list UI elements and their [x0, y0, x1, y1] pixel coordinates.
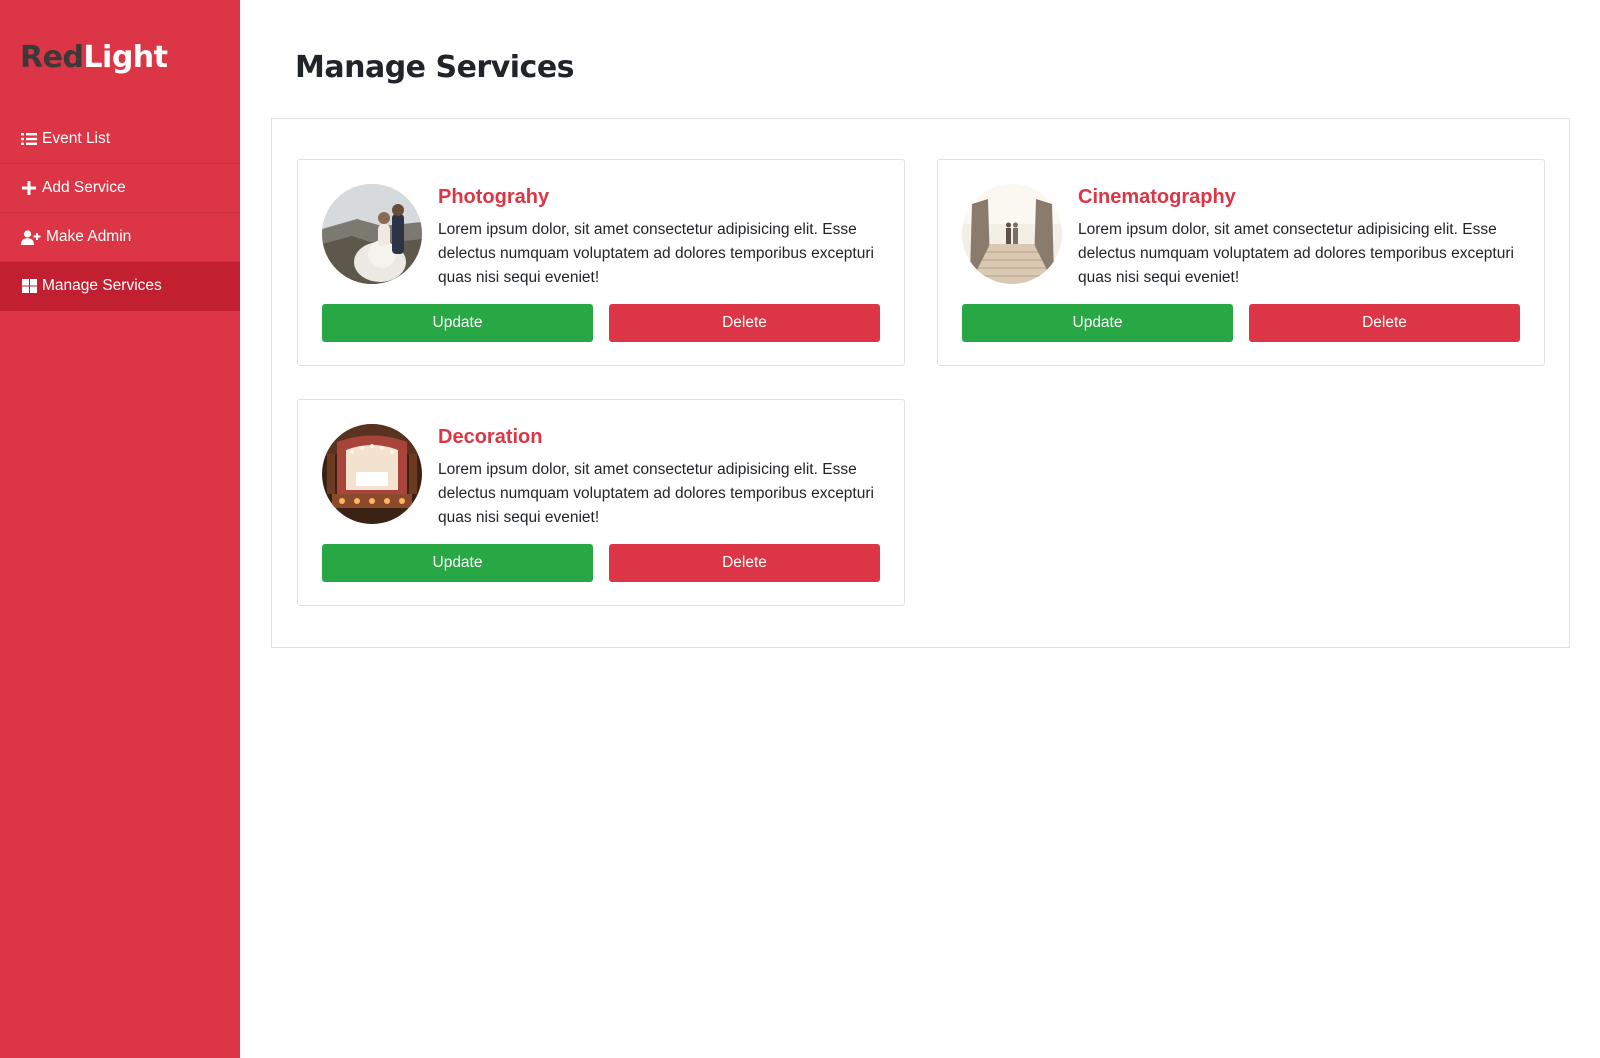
delete-button[interactable]: Delete [609, 544, 880, 582]
service-image-wedding-couple [322, 184, 422, 284]
sidebar-item-label: Make Admin [46, 228, 132, 245]
update-button[interactable]: Update [322, 544, 593, 582]
delete-button[interactable]: Delete [609, 304, 880, 342]
service-description: Lorem ipsum dolor, sit amet consectetur … [1078, 221, 1514, 286]
brand-part-red: Red [20, 40, 84, 75]
delete-button[interactable]: Delete [1249, 304, 1520, 342]
service-title: Photograhy [438, 186, 550, 208]
service-image-stage-decoration [322, 424, 422, 524]
brand-part-light: Light [83, 40, 168, 75]
sidebar-nav: Event List Add Service Make Admin Manage… [0, 115, 240, 311]
service-card: Cinematography Lorem ipsum dolor, sit am… [937, 159, 1545, 366]
service-card: Decoration Lorem ipsum dolor, sit amet c… [297, 399, 905, 606]
plus-icon [20, 180, 38, 196]
sidebar-item-label: Manage Services [42, 277, 162, 294]
sidebar-item-make-admin[interactable]: Make Admin [0, 213, 240, 262]
sidebar-item-manage-services[interactable]: Manage Services [0, 262, 240, 311]
grid-icon [20, 278, 38, 294]
user-plus-icon [20, 229, 42, 245]
sidebar-item-label: Event List [42, 130, 111, 147]
update-button[interactable]: Update [322, 304, 593, 342]
sidebar-item-add-service[interactable]: Add Service [0, 164, 240, 213]
service-description: Lorem ipsum dolor, sit amet consectetur … [438, 461, 874, 526]
update-button[interactable]: Update [962, 304, 1233, 342]
service-title: Decoration [438, 426, 543, 448]
service-description: Lorem ipsum dolor, sit amet consectetur … [438, 221, 874, 286]
services-panel: Photograhy Lorem ipsum dolor, sit amet c… [271, 118, 1570, 648]
service-image-couple-on-stairs [962, 184, 1062, 284]
service-card: Photograhy Lorem ipsum dolor, sit amet c… [297, 159, 905, 366]
page-title: Manage Services [295, 50, 575, 85]
brand-logo[interactable]: RedLight [20, 40, 168, 75]
sidebar-item-label: Add Service [42, 179, 126, 196]
sidebar: RedLight Event List Add Service Make Adm… [0, 0, 240, 1058]
list-icon [20, 131, 38, 147]
service-title: Cinematography [1078, 186, 1236, 208]
sidebar-item-event-list[interactable]: Event List [0, 115, 240, 164]
